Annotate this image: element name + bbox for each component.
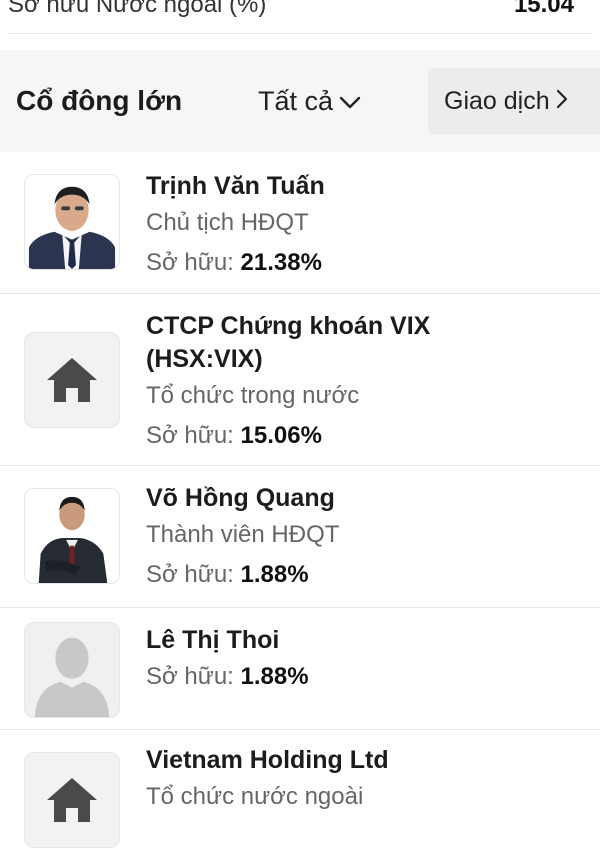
filter-label: Tất cả	[258, 85, 334, 116]
ownership-value: 15.06%	[240, 422, 322, 449]
shareholder-info: Vietnam Holding Ltd Tổ chức nước ngoài	[146, 744, 584, 817]
list-item[interactable]: Trịnh Văn Tuấn Chủ tịch HĐQT Sở hữu: 21.…	[0, 152, 600, 294]
list-item[interactable]: Võ Hồng Quang Thành viên HĐQT Sở hữu: 1.…	[0, 466, 600, 608]
shareholder-name: Vietnam Holding Ltd	[146, 746, 389, 774]
shareholder-name: CTCP Chứng khoán VIX (HSX:VIX)	[146, 312, 431, 373]
ownership-value: 21.38%	[240, 249, 322, 276]
shareholder-role: Tổ chức nước ngoài	[146, 783, 364, 810]
list-item[interactable]: CTCP Chứng khoán VIX (HSX:VIX) Tổ chức t…	[0, 294, 600, 466]
ownership-value: 1.88%	[240, 561, 309, 588]
shareholder-role: Thành viên HĐQT	[146, 521, 340, 548]
avatar	[24, 174, 120, 270]
ownership: Sở hữu: 21.38%	[146, 243, 584, 283]
shareholder-role: Tổ chức trong nước	[146, 382, 360, 409]
avatar	[24, 752, 120, 848]
filter-dropdown[interactable]: Tất cả	[258, 50, 361, 152]
section-title: Cổ đông lớn	[16, 85, 183, 116]
foreign-ownership-value: 15.04	[513, 0, 574, 18]
person-photo-icon	[25, 489, 119, 583]
divider	[8, 33, 592, 34]
shareholder-name: Trịnh Văn Tuấn	[146, 172, 325, 200]
ownership-label: Sở hữu:	[146, 663, 234, 690]
chevron-down-icon	[339, 86, 361, 117]
list-item[interactable]: Lê Thị Thoi Sở hữu: 1.88%	[0, 608, 600, 730]
ownership-value: 1.88%	[240, 663, 309, 690]
transactions-label: Giao dịch	[444, 86, 550, 115]
foreign-ownership-row: Sở hữu Nước ngoài (%) 15.04	[0, 0, 600, 30]
transactions-button[interactable]: Giao dịch	[428, 68, 600, 134]
foreign-ownership-label: Sở hữu Nước ngoài (%)	[8, 0, 267, 18]
shareholder-list: Trịnh Văn Tuấn Chủ tịch HĐQT Sở hữu: 21.…	[0, 152, 600, 848]
shareholder-name: Võ Hồng Quang	[146, 484, 335, 512]
major-shareholders-header: Cổ đông lớn Tất cả Giao dịch	[0, 50, 600, 152]
user-silhouette-icon	[34, 637, 110, 717]
shareholder-name: Lê Thị Thoi	[146, 626, 280, 654]
ownership: Sở hữu: 1.88%	[146, 555, 584, 595]
ownership-label: Sở hữu:	[146, 422, 234, 449]
shareholder-info: CTCP Chứng khoán VIX (HSX:VIX) Tổ chức t…	[146, 310, 584, 456]
shareholder-info: Trịnh Văn Tuấn Chủ tịch HĐQT Sở hữu: 21.…	[146, 170, 584, 283]
avatar	[24, 488, 120, 584]
shareholder-role: Chủ tịch HĐQT	[146, 209, 309, 236]
ownership: Sở hữu: 15.06%	[146, 416, 584, 456]
list-item[interactable]: Vietnam Holding Ltd Tổ chức nước ngoài	[0, 730, 600, 848]
ownership: Sở hữu: 1.88%	[146, 657, 584, 697]
shareholder-info: Lê Thị Thoi Sở hữu: 1.88%	[146, 624, 584, 697]
person-photo-icon	[25, 175, 119, 269]
ownership-label: Sở hữu:	[146, 561, 234, 588]
ownership-label: Sở hữu:	[146, 249, 234, 276]
chevron-right-icon	[556, 87, 568, 116]
avatar	[24, 332, 120, 428]
shareholder-info: Võ Hồng Quang Thành viên HĐQT Sở hữu: 1.…	[146, 482, 584, 595]
home-icon	[47, 778, 97, 822]
avatar	[24, 622, 120, 718]
home-icon	[47, 358, 97, 402]
